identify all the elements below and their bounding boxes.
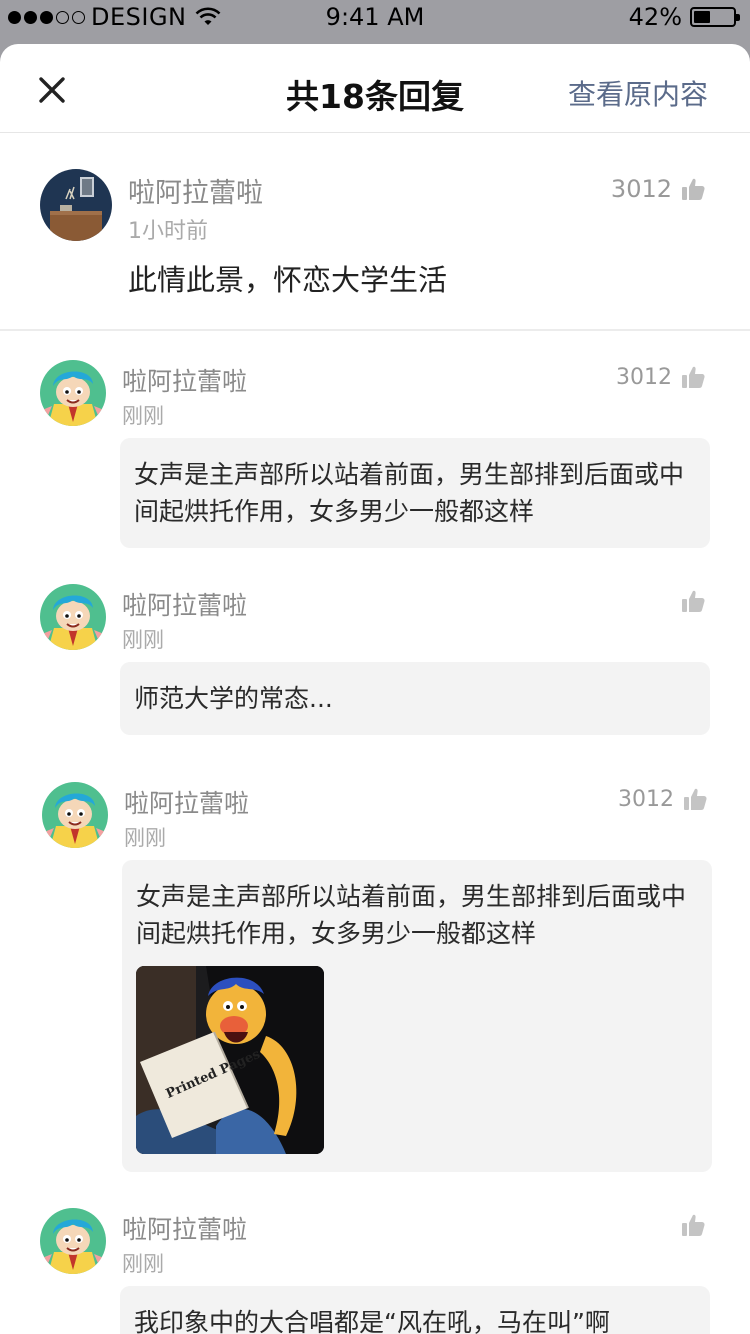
status-right: 42% bbox=[628, 3, 740, 31]
author-name[interactable]: 啦阿拉蕾啦 bbox=[122, 362, 247, 398]
like-count: 3012 bbox=[610, 175, 672, 203]
battery-icon bbox=[690, 7, 740, 27]
reply-bubble: 女声是主声部所以站着前面，男生部排到后面或中间起烘托作用，女多男少一般都这样 P… bbox=[122, 860, 712, 1172]
avatar[interactable] bbox=[40, 584, 106, 650]
thumbs-up-icon bbox=[682, 590, 705, 612]
thumbs-up-icon bbox=[682, 1214, 705, 1236]
comment-text: 此情此景，怀恋大学生活 bbox=[128, 263, 448, 297]
status-bar: DESIGN 9:41 AM 42% bbox=[0, 0, 750, 34]
like-count: 3012 bbox=[618, 786, 674, 812]
close-icon[interactable] bbox=[38, 76, 66, 104]
thumbs-up-icon bbox=[682, 366, 705, 388]
battery-level bbox=[694, 11, 710, 23]
reply-text: 我印象中的大合唱都是“风在吼，马在叫”啊 bbox=[134, 1308, 610, 1334]
like-count: 3012 bbox=[616, 364, 672, 390]
timestamp: 刚刚 bbox=[122, 1252, 164, 1276]
thumbs-up-icon bbox=[682, 178, 705, 200]
avatar[interactable] bbox=[40, 1208, 106, 1274]
battery-percent: 42% bbox=[628, 3, 682, 31]
like-button[interactable]: 3012 bbox=[618, 786, 708, 812]
author-name[interactable]: 啦阿拉蕾啦 bbox=[122, 586, 247, 622]
author-name[interactable]: 啦阿拉蕾啦 bbox=[128, 171, 263, 210]
timestamp: 1小时前 bbox=[128, 219, 208, 244]
main-comment: 啦阿拉蕾啦 1小时前 此情此景，怀恋大学生活 3012 bbox=[0, 133, 750, 331]
reply-bubble: 我印象中的大合唱都是“风在吼，马在叫”啊 bbox=[120, 1286, 710, 1334]
avatar[interactable] bbox=[42, 782, 108, 848]
like-button[interactable]: 3012 bbox=[616, 364, 706, 390]
view-original-link[interactable]: 查看原内容 bbox=[568, 73, 708, 113]
author-name[interactable]: 啦阿拉蕾啦 bbox=[124, 784, 249, 820]
avatar[interactable] bbox=[40, 169, 112, 241]
reply-text: 女声是主声部所以站着前面，男生部排到后面或中间起烘托作用，女多男少一般都这样 bbox=[136, 882, 687, 948]
reply-text: 女声是主声部所以站着前面，男生部排到后面或中间起烘托作用，女多男少一般都这样 bbox=[134, 460, 685, 526]
like-button[interactable]: 3012 bbox=[611, 175, 706, 203]
replies-sheet: 共18条回复 查看原内容 啦阿拉蕾啦 1小时前 此情此景，怀恋大学生活 3012 bbox=[0, 44, 750, 1334]
thumbs-up-icon bbox=[684, 788, 707, 810]
timestamp: 刚刚 bbox=[122, 404, 164, 428]
author-name[interactable]: 啦阿拉蕾啦 bbox=[122, 1210, 247, 1246]
reply-bubble: 女声是主声部所以站着前面，男生部排到后面或中间起烘托作用，女多男少一般都这样 bbox=[120, 438, 710, 548]
nav-bar: 共18条回复 查看原内容 bbox=[0, 44, 750, 133]
reply-text: 师范大学的常态... bbox=[134, 684, 333, 713]
reply-image[interactable]: Printed Pages bbox=[136, 966, 324, 1154]
timestamp: 刚刚 bbox=[122, 628, 164, 652]
like-button[interactable] bbox=[672, 1212, 706, 1238]
timestamp: 刚刚 bbox=[124, 826, 166, 850]
like-button[interactable] bbox=[672, 588, 706, 614]
avatar[interactable] bbox=[40, 360, 106, 426]
reply-bubble: 师范大学的常态... bbox=[120, 662, 710, 735]
